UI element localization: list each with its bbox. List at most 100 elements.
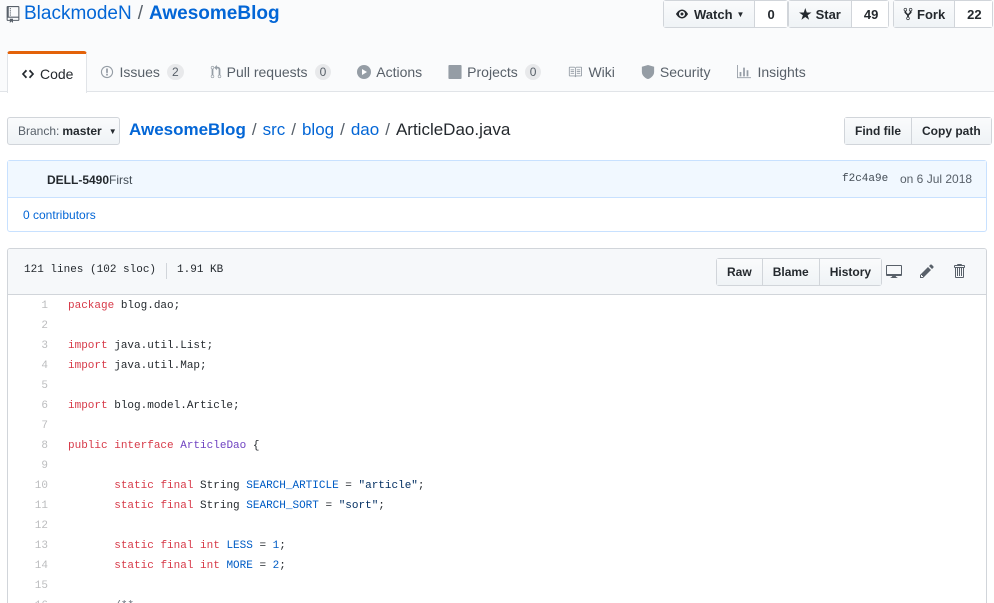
code-line: 8 public interface ArticleDao { xyxy=(8,436,986,456)
find-file-button[interactable]: Find file xyxy=(845,118,911,144)
watch-button[interactable]: Watch ▼ xyxy=(664,1,756,27)
raw-button[interactable]: Raw xyxy=(717,259,762,285)
fork-label: Fork xyxy=(917,6,946,22)
line-content: package blog.dao; xyxy=(68,300,181,312)
history-button[interactable]: History xyxy=(818,259,882,285)
code-icon xyxy=(21,69,35,78)
line-number[interactable]: 1 xyxy=(8,300,48,312)
pull-request-icon xyxy=(210,64,221,78)
file-info: 121 lines (102 sloc) 1.91 KB xyxy=(24,263,224,279)
tab-code[interactable]: Code xyxy=(7,51,88,93)
fork-button[interactable]: Fork xyxy=(894,1,956,27)
star-count[interactable]: 49 xyxy=(851,1,889,27)
watch-count[interactable]: 0 xyxy=(755,1,787,27)
breadcrumb-root[interactable]: AwesomeBlog xyxy=(129,120,246,140)
line-number[interactable]: 5 xyxy=(8,380,48,392)
commit-sha[interactable]: f2c4a9e xyxy=(842,173,888,185)
tab-pull-requests[interactable]: Pull requests 0 xyxy=(197,51,345,92)
shield-icon xyxy=(641,64,654,79)
project-icon xyxy=(448,64,462,79)
file-lines-info: 121 lines (102 sloc) xyxy=(24,264,157,276)
tab-label: Pull requests xyxy=(226,63,308,80)
breadcrumb-segment[interactable]: dao xyxy=(351,120,379,140)
line-content: public interface ArticleDao { xyxy=(68,440,260,452)
line-content: import java.util.List; xyxy=(68,340,214,352)
file-viewer: 121 lines (102 sloc) 1.91 KB Raw Blame H… xyxy=(7,248,987,603)
file-size: 1.91 KB xyxy=(177,264,224,276)
code-line: 6 import blog.model.Article; xyxy=(8,396,986,416)
line-number[interactable]: 12 xyxy=(8,520,48,532)
tab-label: Issues xyxy=(119,63,160,80)
divider xyxy=(166,263,168,279)
blame-button[interactable]: Blame xyxy=(761,259,819,285)
breadcrumb: AwesomeBlog / src / blog / dao / Article… xyxy=(129,120,510,140)
code-line: 7 xyxy=(8,416,986,436)
tab-projects[interactable]: Projects 0 xyxy=(435,51,554,92)
line-number[interactable]: 10 xyxy=(8,480,48,492)
fork-group: Fork 22 xyxy=(893,0,993,28)
tab-label: Actions xyxy=(376,63,423,80)
breadcrumb-segment[interactable]: src xyxy=(263,120,286,140)
line-number[interactable]: 3 xyxy=(8,340,48,352)
star-group: ★ Star 49 xyxy=(788,0,890,28)
line-number[interactable]: 9 xyxy=(8,460,48,472)
code-line: 10 static final String SEARCH_ARTICLE = … xyxy=(8,476,986,496)
pencil-icon[interactable] xyxy=(920,263,934,279)
issues-counter: 2 xyxy=(166,63,184,80)
contributors-link[interactable]: 0 contributors xyxy=(23,208,96,222)
repo-name-link[interactable]: AwesomeBlog xyxy=(149,3,280,25)
eye-icon xyxy=(676,9,688,19)
line-number[interactable]: 14 xyxy=(8,560,48,572)
repo-title: BlackmodeN / AwesomeBlog xyxy=(6,3,280,25)
line-number[interactable]: 7 xyxy=(8,420,48,432)
star-label: Star xyxy=(815,6,841,22)
tab-wiki[interactable]: Wiki xyxy=(554,51,627,92)
branch-select-button[interactable]: Branch: master ▼ xyxy=(7,117,120,145)
file-nav-buttons: Find file Copy path xyxy=(844,117,992,145)
repo-separator: / xyxy=(137,3,143,24)
commit-author[interactable]: DELL-5490 xyxy=(47,173,109,187)
copy-path-button[interactable]: Copy path xyxy=(911,118,991,144)
line-content: static final int LESS = 1; xyxy=(114,540,286,552)
code-line: 16 /** xyxy=(8,596,986,603)
projects-counter: 0 xyxy=(524,63,542,80)
watch-label: Watch xyxy=(694,6,733,22)
chevron-down-icon: ▼ xyxy=(108,126,117,136)
code-line: 12 xyxy=(8,516,986,536)
contributors-row: 0 contributors xyxy=(8,198,986,232)
line-number[interactable]: 11 xyxy=(8,500,48,512)
line-number[interactable]: 13 xyxy=(8,540,48,552)
line-number[interactable]: 8 xyxy=(8,440,48,452)
graph-icon xyxy=(737,64,752,78)
line-number[interactable]: 4 xyxy=(8,360,48,372)
repo-tabs: Code Issues 2 Pull requests 0 Actions Pr… xyxy=(7,51,819,93)
branch-value: master xyxy=(62,124,102,138)
tab-label: Security xyxy=(659,63,711,80)
line-number[interactable]: 6 xyxy=(8,400,48,412)
line-content: static final String SEARCH_SORT = "sort"… xyxy=(114,500,385,512)
desktop-icon[interactable] xyxy=(886,263,902,279)
branch-label: Branch: xyxy=(18,124,60,138)
repo-owner-link[interactable]: BlackmodeN xyxy=(24,3,132,25)
commit-message[interactable]: First xyxy=(109,173,132,187)
fork-count[interactable]: 22 xyxy=(955,1,992,27)
star-button[interactable]: ★ Star xyxy=(789,1,852,27)
commit-summary: DELL-5490 First f2c4a9e on 6 Jul 2018 xyxy=(8,161,986,198)
code-line: 3 import java.util.List; xyxy=(8,336,986,356)
file-actions: Raw Blame History xyxy=(716,258,883,286)
tab-label: Projects xyxy=(467,63,518,80)
tab-security[interactable]: Security xyxy=(628,51,724,92)
breadcrumb-separator: / xyxy=(291,120,296,139)
breadcrumb-current-file: ArticleDao.java xyxy=(395,120,511,139)
trash-icon[interactable] xyxy=(953,263,965,279)
code-line: 15 xyxy=(8,576,986,596)
line-number[interactable]: 2 xyxy=(8,320,48,332)
code-line: 11 static final String SEARCH_SORT = "so… xyxy=(8,496,986,516)
tab-actions[interactable]: Actions xyxy=(344,51,435,92)
breadcrumb-segment[interactable]: blog xyxy=(302,120,334,140)
tab-insights[interactable]: Insights xyxy=(723,51,818,92)
line-number[interactable]: 15 xyxy=(8,580,48,592)
tab-issues[interactable]: Issues 2 xyxy=(87,51,196,92)
line-content: import blog.model.Article; xyxy=(68,400,240,412)
chevron-down-icon: ▼ xyxy=(736,9,745,19)
